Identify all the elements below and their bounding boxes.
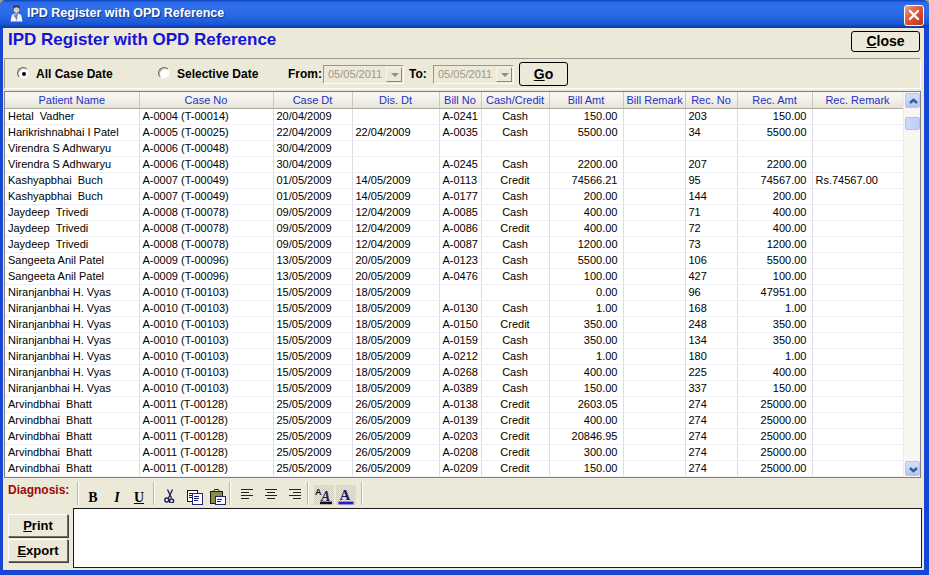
- svg-text:A: A: [340, 487, 351, 503]
- svg-text:A: A: [320, 489, 330, 504]
